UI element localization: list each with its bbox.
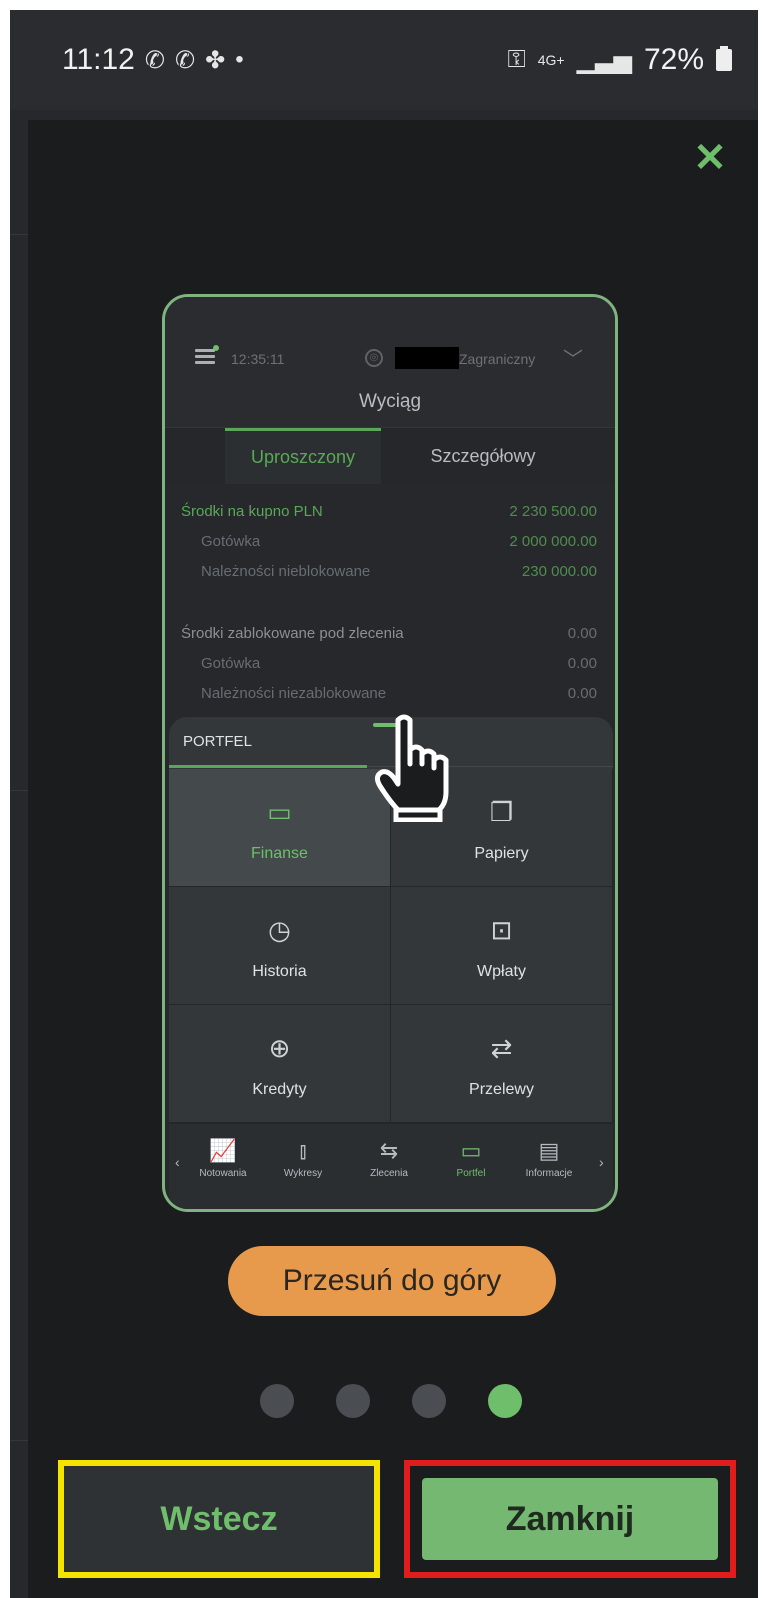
grid-label: Przelewy bbox=[469, 1081, 534, 1098]
wallet-icon: ▭ bbox=[267, 797, 292, 827]
wallet-icon: ▭ bbox=[460, 1138, 482, 1163]
fan-icon: ✤ bbox=[205, 46, 226, 74]
row-label: Gotówka bbox=[201, 655, 261, 672]
row-value: 2 000 000.00 bbox=[509, 533, 597, 550]
page-dot bbox=[412, 1384, 446, 1418]
page-dot bbox=[260, 1384, 294, 1418]
call-icon: ✆ bbox=[174, 46, 196, 74]
preview-bottom-nav: ‹ 📈 Notowania ⫾ Wykresy ⇆ Zlecenia ▭ Por… bbox=[169, 1123, 613, 1209]
page-dot bbox=[336, 1384, 370, 1418]
grid-item-kredyty: ⊕ Kredyty bbox=[169, 1005, 391, 1123]
nav-informacje: ▤ Informacje bbox=[509, 1138, 589, 1179]
preview-title: Wyciąg bbox=[358, 391, 422, 412]
grid-label: Kredyty bbox=[252, 1081, 307, 1098]
list-item: Należności nieblokowane 230 000.00 bbox=[165, 557, 615, 587]
list-item: Gotówka 0.00 bbox=[165, 649, 615, 679]
row-label: Gotówka bbox=[201, 533, 261, 550]
row-label: Należności niezablokowane bbox=[201, 685, 387, 702]
account-icon: ◎ bbox=[365, 349, 383, 367]
tab-uproszczony: Uproszczony bbox=[225, 428, 381, 484]
dot-icon: • bbox=[235, 46, 244, 73]
grid-label: Papiery bbox=[474, 845, 529, 862]
row-label: Środki na kupno PLN bbox=[181, 503, 323, 520]
menu-icon bbox=[195, 345, 219, 364]
grid-label: Wpłaty bbox=[477, 963, 526, 980]
tab-szczegolowy: Szczegółowy bbox=[430, 446, 536, 466]
chevron-down-icon: ﹀ bbox=[563, 349, 583, 371]
battery-icon bbox=[716, 46, 732, 71]
swipe-up-hint: Przesuń do góry bbox=[228, 1246, 556, 1316]
preview-header: 12:35:11 ◎ Zagraniczny ﹀ Wyciąg bbox=[165, 297, 615, 427]
grid-label: Historia bbox=[252, 963, 307, 980]
list-item: Gotówka 2 000 000.00 bbox=[165, 527, 615, 557]
nav-label: Notowania bbox=[199, 1168, 247, 1179]
grid-item-wplaty: ⊡ Wpłaty bbox=[391, 887, 613, 1005]
page-indicator bbox=[260, 1384, 522, 1420]
status-time: 11:12 bbox=[62, 43, 135, 76]
row-label: Należności nieblokowane bbox=[201, 563, 371, 580]
history-icon: ◷ bbox=[268, 915, 291, 945]
grid-label: Finanse bbox=[251, 845, 308, 862]
page-dot-active bbox=[488, 1384, 522, 1418]
nav-label: Zlecenia bbox=[370, 1168, 408, 1179]
deposit-icon: ⊡ bbox=[490, 915, 513, 945]
orders-icon: ⇆ bbox=[379, 1138, 399, 1163]
status-bar: 11:12 ✆ ✆ ✤ • ⚿ 4G+ ▁▃▅ 72% bbox=[10, 10, 758, 110]
preview-account: Zagraniczny bbox=[459, 351, 536, 367]
chart-icon: 📈 bbox=[209, 1138, 237, 1163]
sheet-title: PORTFEL bbox=[183, 733, 252, 750]
grid-item-historia: ◷ Historia bbox=[169, 887, 391, 1005]
row-label: Środki zablokowane pod zlecenia bbox=[181, 625, 404, 642]
grid-item-finanse: ▭ Finanse bbox=[169, 769, 391, 887]
transfer-icon: ⇄ bbox=[490, 1033, 513, 1063]
chevron-left-icon: ‹ bbox=[175, 1154, 180, 1170]
nav-wykresy: ⫾ Wykresy bbox=[263, 1138, 343, 1179]
row-value: 0.00 bbox=[567, 655, 597, 672]
hand-pointer-icon bbox=[374, 714, 449, 822]
grid-item-przelewy: ⇄ Przelewy bbox=[391, 1005, 613, 1123]
nav-zlecenia: ⇆ Zlecenia bbox=[349, 1138, 429, 1179]
call-icon: ✆ bbox=[144, 46, 165, 74]
news-icon: ▤ bbox=[538, 1138, 560, 1163]
status-right: ⚿ 4G+ ▁▃▅ 72% bbox=[507, 43, 732, 77]
list-item: Należności niezablokowane 0.00 bbox=[165, 679, 615, 709]
close-button[interactable]: Zamknij bbox=[422, 1478, 718, 1560]
nav-label: Wykresy bbox=[283, 1168, 323, 1179]
nav-notowania: 📈 Notowania bbox=[183, 1138, 263, 1179]
preview-tabs: Uproszczony Szczegółowy bbox=[165, 427, 615, 484]
back-button[interactable]: Wstecz bbox=[58, 1460, 380, 1578]
chevron-right-icon: › bbox=[599, 1154, 604, 1170]
coins-icon: ⊕ bbox=[268, 1033, 291, 1063]
signal-icon: ▁▃▅ bbox=[576, 46, 632, 74]
row-value: 0.00 bbox=[567, 685, 597, 702]
candles-icon: ⫾ bbox=[299, 1138, 307, 1163]
close-button-frame[interactable]: Zamknij bbox=[404, 1460, 736, 1578]
statement-rows: Środki na kupno PLN 2 230 500.00 Gotówka… bbox=[165, 497, 615, 709]
status-left: 11:12 ✆ ✆ ✤ • bbox=[62, 43, 244, 77]
nav-portfel: ▭ Portfel bbox=[431, 1138, 511, 1179]
row-value: 230 000.00 bbox=[521, 563, 597, 580]
row-value: 0.00 bbox=[567, 625, 597, 642]
nav-label: Informacje bbox=[525, 1168, 573, 1179]
list-item: Środki zablokowane pod zlecenia 0.00 bbox=[165, 619, 615, 649]
row-value: 2 230 500.00 bbox=[509, 503, 597, 520]
preview-time: 12:35:11 bbox=[231, 351, 285, 367]
sheet-underline bbox=[169, 765, 367, 768]
redacted-block bbox=[395, 347, 459, 369]
close-icon[interactable]: ✕ bbox=[690, 138, 730, 178]
key-icon: ⚿ bbox=[507, 46, 526, 73]
list-item: Środki na kupno PLN 2 230 500.00 bbox=[165, 497, 615, 527]
network-label: 4G+ bbox=[537, 52, 565, 68]
nav-label: Portfel bbox=[456, 1168, 486, 1179]
battery-label: 72% bbox=[643, 43, 704, 76]
